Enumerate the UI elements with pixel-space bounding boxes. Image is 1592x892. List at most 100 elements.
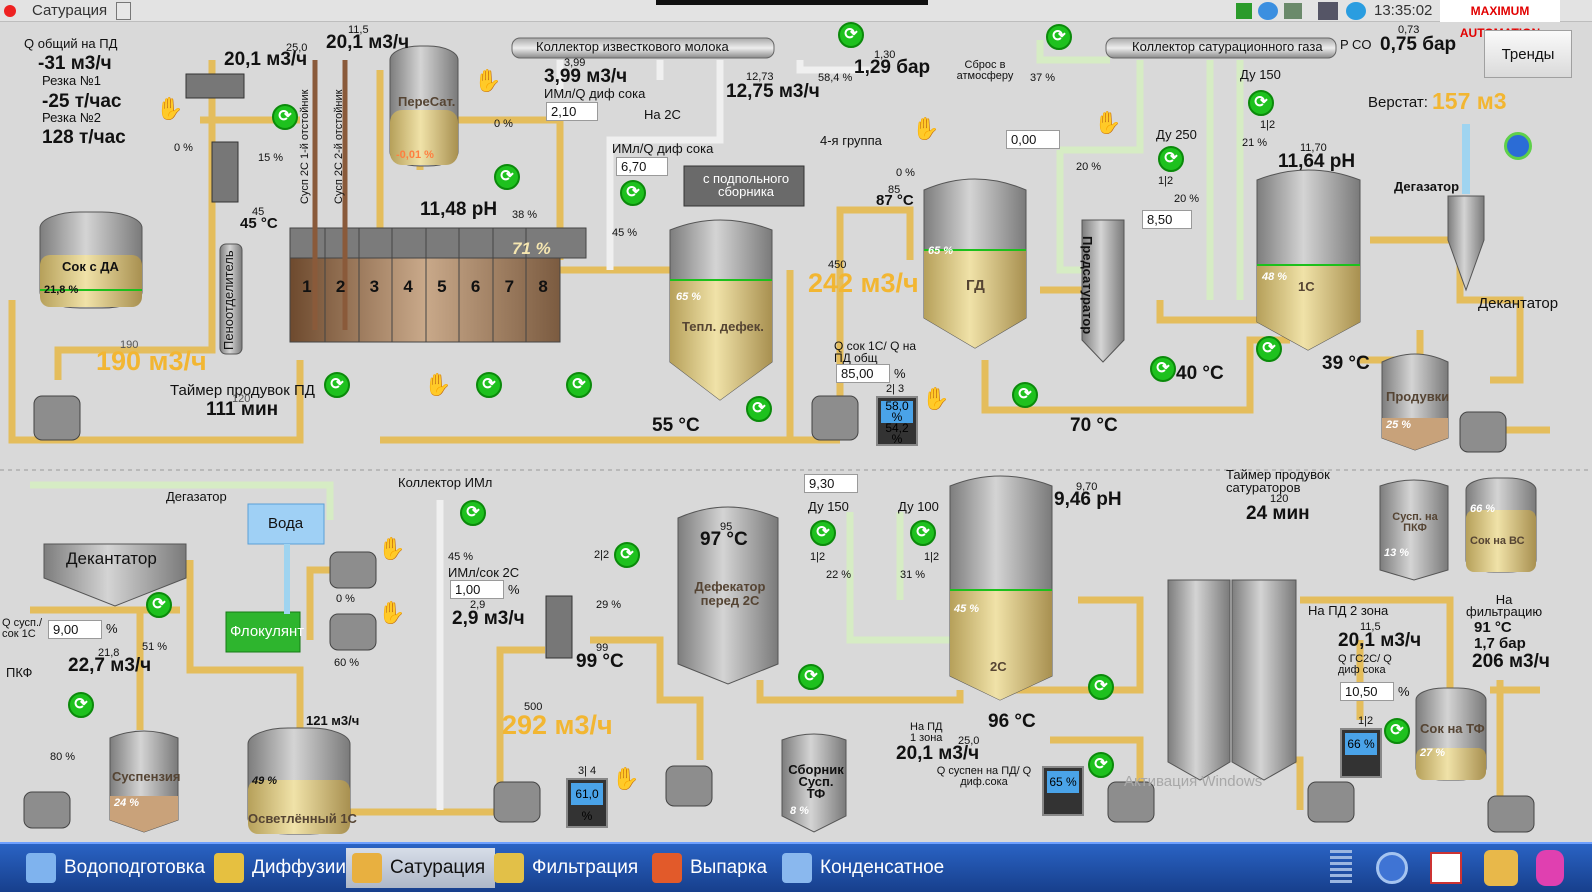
t96-value: 96 °C — [988, 711, 1036, 732]
tab-condensate[interactable]: Конденсатное — [776, 848, 954, 888]
chart-icon[interactable] — [1430, 852, 1462, 884]
half-4: 1|2 — [924, 551, 940, 563]
hand-control-icon-6[interactable]: ✋ — [922, 386, 949, 412]
evaporation-icon — [652, 853, 682, 883]
heat-exchanger-3 — [545, 595, 573, 659]
sat-gas-collector-label: Коллектор сатурационного газа — [1132, 39, 1323, 54]
ph-1c-value: 11,64 pH — [1278, 151, 1356, 172]
trends-button[interactable]: Тренды — [1484, 30, 1572, 78]
foam-separator-label: Пеноотделитель — [221, 250, 236, 350]
auto-cycle-icon-21[interactable]: ⟳ — [798, 664, 824, 690]
degasator-right-label: Дегазатор — [1394, 179, 1460, 194]
engineer-icon[interactable] — [1484, 850, 1518, 886]
settings-icon[interactable] — [1376, 852, 1408, 884]
auto-cycle-icon-3[interactable]: ⟳ — [1046, 24, 1072, 50]
auto-cycle-icon-2[interactable]: ⟳ — [838, 22, 864, 48]
auto-cycle-icon-17[interactable]: ⟳ — [68, 692, 94, 718]
settings-gear-icon[interactable] — [1504, 132, 1532, 160]
auto-cycle-icon-18[interactable]: ⟳ — [614, 542, 640, 568]
hand-control-icon-9[interactable]: ✋ — [612, 766, 639, 792]
degas-bottom-label: Дегазатор — [166, 489, 227, 504]
auto-cycle-icon-5[interactable]: ⟳ — [1158, 146, 1184, 172]
tray-telegram-icon[interactable] — [1346, 2, 1366, 20]
auto-cycle-icon-4[interactable]: ⟳ — [1248, 90, 1274, 116]
tray-green-icon[interactable] — [1236, 3, 1252, 19]
water-line — [284, 544, 290, 614]
t70-value: 70 °C — [1070, 415, 1118, 436]
clipboard-icon[interactable] — [116, 2, 131, 20]
flow-206-value: 206 м3/ч — [1472, 651, 1550, 672]
auto-cycle-icon-12[interactable]: ⟳ — [1012, 382, 1038, 408]
tray-chat-icon[interactable] — [1258, 2, 1278, 20]
q-susp-label: Q сусп./ сок 1С — [2, 617, 43, 640]
auto-cycle-icon-14[interactable]: ⟳ — [1256, 336, 1282, 362]
iml-2c-input[interactable]: 1,00 — [450, 580, 504, 599]
release-label: Сброс в атмосферу — [956, 59, 1014, 82]
heat-exchanger-2 — [211, 141, 239, 203]
flow-20-1-bottom-value: 20,1 м3/ч — [896, 743, 980, 764]
half-2: 1|2 — [1260, 119, 1276, 131]
auto-cycle-icon-22[interactable]: ⟳ — [1088, 674, 1114, 700]
auto-cycle-icon-23[interactable]: ⟳ — [1088, 752, 1114, 778]
tank-tepl-defek — [669, 219, 773, 401]
v850-input[interactable]: 8,50 — [1142, 210, 1192, 229]
hand-control-icon-3[interactable]: ✋ — [912, 116, 939, 142]
v930-input[interactable]: 9,30 — [804, 474, 858, 493]
pct-29: 29 % — [596, 599, 622, 611]
tab-water-prep[interactable]: Водоподготовка — [20, 848, 215, 888]
q1c-input[interactable]: 85,00 — [836, 364, 890, 383]
hand-control-icon-7[interactable]: ✋ — [378, 536, 405, 562]
auto-cycle-icon-11[interactable]: ⟳ — [746, 396, 772, 422]
gas-pipes — [1036, 40, 1244, 300]
vs-juice-label: Сок на ВС — [1470, 535, 1525, 547]
tab-diffusion[interactable]: Диффузии — [208, 848, 356, 888]
hand-control-icon-2[interactable]: ✋ — [474, 68, 501, 94]
hand-control-icon-5[interactable]: ✋ — [424, 372, 451, 398]
half-3: 1|2 — [810, 551, 826, 563]
close-dot-icon[interactable] — [4, 5, 16, 17]
menu-lines-icon[interactable] — [1330, 850, 1352, 886]
tab-saturation[interactable]: Сатурация — [346, 848, 496, 888]
iml-ratio2-input[interactable]: 6,70 — [616, 157, 668, 176]
tab-filtration[interactable]: Фильтрация — [488, 848, 648, 888]
section-5: 5 — [437, 277, 447, 296]
auto-cycle-icon-20[interactable]: ⟳ — [910, 520, 936, 546]
auto-cycle-icon-24[interactable]: ⟳ — [1384, 718, 1410, 744]
settler2-label: Сусп 2С 2-й отстойник — [333, 89, 345, 204]
t97-value: 97 °C — [700, 529, 748, 550]
hand-control-icon-4[interactable]: ✋ — [1094, 110, 1121, 136]
auto-cycle-icon-9[interactable]: ⟳ — [476, 372, 502, 398]
tab-evaporation-label: Выпарка — [690, 857, 768, 878]
p17-value: 1,7 бар — [1474, 635, 1526, 652]
auto-cycle-icon-19[interactable]: ⟳ — [810, 520, 836, 546]
suspension-label: Суспензия — [112, 769, 181, 784]
pct-22: 22 % — [826, 569, 852, 581]
auto-cycle-icon-1[interactable]: ⟳ — [272, 104, 298, 130]
iml-2c-pct: % — [508, 582, 520, 597]
monitor-4: 66 % — [1340, 728, 1382, 778]
auto-cycle-icon-15[interactable]: ⟳ — [460, 500, 486, 526]
qgs-input[interactable]: 10,50 — [1340, 682, 1394, 701]
auto-cycle-icon-6[interactable]: ⟳ — [494, 164, 520, 190]
monitor-1-screen: 58,0 % 54,2 % — [881, 400, 913, 445]
monitor-3: 65 % — [1042, 766, 1084, 816]
hand-control-icon-8[interactable]: ✋ — [378, 600, 405, 626]
tray-user-icon[interactable] — [1318, 2, 1338, 20]
t87-value: 87 °C — [876, 192, 914, 209]
auto-cycle-icon-16[interactable]: ⟳ — [146, 592, 172, 618]
tab-evaporation[interactable]: Выпарка — [646, 848, 777, 888]
iml-ratio-input[interactable]: 2,10 — [546, 102, 598, 121]
auto-cycle-icon-8[interactable]: ⟳ — [324, 372, 350, 398]
monitor-2-screen: 61,0 % — [571, 783, 603, 823]
tray-network-icon[interactable] — [1284, 3, 1302, 19]
auto-cycle-icon-7[interactable]: ⟳ — [620, 180, 646, 206]
flow-20-1-value: 20,1 м3/ч — [326, 32, 410, 53]
v000-input[interactable]: 0,00 — [1006, 130, 1060, 149]
q-susp-input[interactable]: 9,00 — [48, 620, 102, 639]
pct-60: 60 % — [334, 657, 360, 669]
auto-cycle-icon-13[interactable]: ⟳ — [1150, 356, 1176, 382]
hand-control-icon-1[interactable]: ✋ — [156, 96, 183, 122]
du150-bottom-label: Ду 150 — [808, 499, 849, 514]
auto-cycle-icon-10[interactable]: ⟳ — [566, 372, 592, 398]
hand-pointer-icon[interactable] — [1536, 850, 1564, 886]
